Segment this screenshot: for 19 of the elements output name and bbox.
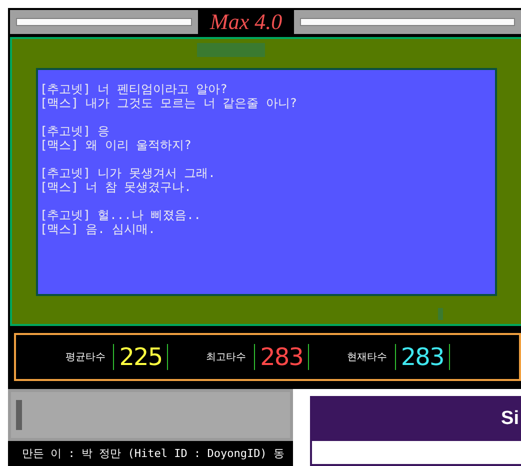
stat-label: 현재타수	[346, 351, 387, 364]
chat-line: [맥스] 내가 그것도 모르는 너 같은줄 아니?	[40, 96, 298, 110]
stat-value: 283	[260, 343, 303, 371]
text-cursor	[16, 400, 22, 430]
credit-text: 만든 이 : 박 정만 (Hitel ID : DoyongID) 동	[21, 446, 286, 461]
chat-line: [맥스] 왜 이리 울적하지?	[40, 138, 192, 152]
chat-line: [맥스] 너 참 못생겼구나.	[40, 180, 192, 194]
chat-line: [추고넷] 헐...나 삐졌음..	[40, 208, 202, 222]
stat-value: 225	[119, 343, 162, 371]
app-title: Max 4.0	[208, 8, 284, 34]
stat-label: 평균타수	[65, 351, 106, 364]
stat-value: 283	[400, 343, 444, 371]
chat-line: [추고넷] 니가 못생겨서 그래.	[40, 166, 216, 180]
input-field[interactable]	[8, 389, 293, 441]
chat-line: [추고넷] 너 펜티엄이라고 알아?	[40, 82, 228, 96]
chat-line: [맥스] 음. 심시매.	[40, 222, 156, 236]
chat-line: [추고넷] 응	[40, 124, 111, 138]
dialog-title: Si	[310, 396, 521, 441]
stat-label: 최고타수	[206, 351, 246, 364]
